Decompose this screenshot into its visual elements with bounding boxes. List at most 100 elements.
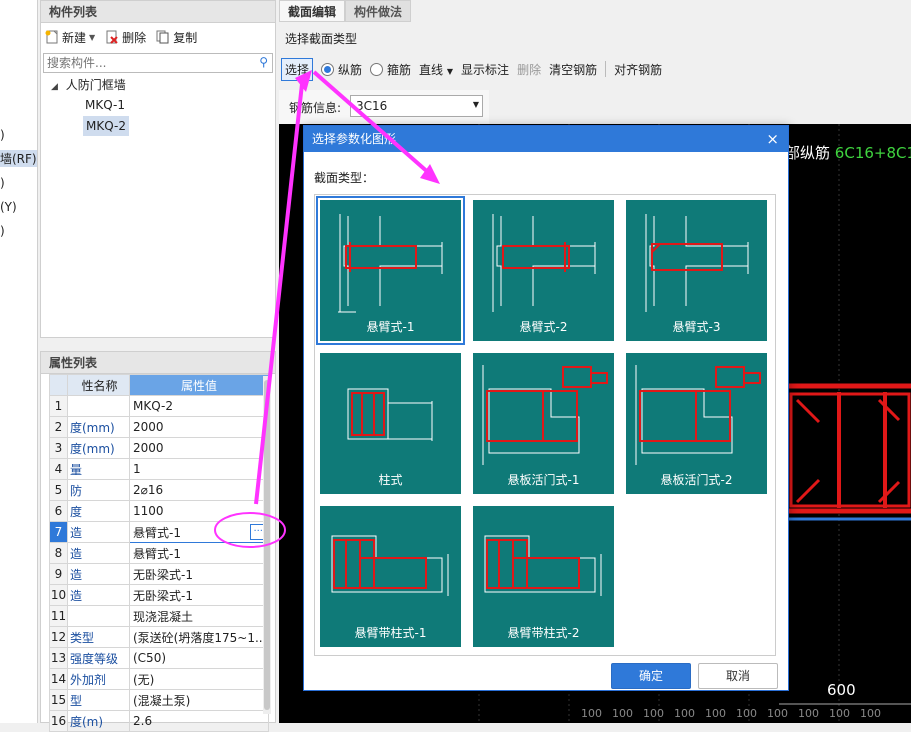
component-list-panel: 构件列表 新建 ▼ 删除 复制 ⚲ ◢ 人防门框墙 MKQ-1 MKQ-2: [40, 0, 276, 338]
clear-rebar-button[interactable]: 清空钢筋: [549, 61, 597, 78]
new-button[interactable]: 新建 ▼: [45, 29, 95, 46]
row-number-header: [49, 374, 68, 396]
cancel-button[interactable]: 取消: [698, 663, 778, 689]
shape-tile[interactable]: 悬板活门式-2: [626, 353, 767, 494]
ok-button[interactable]: 确定: [611, 663, 691, 689]
shape-tile[interactable]: 悬臂式-3: [626, 200, 767, 341]
stirrup-radio[interactable]: 箍筋: [370, 61, 411, 78]
tab-component-method[interactable]: 构件做法: [345, 0, 412, 22]
property-name: 度: [67, 500, 130, 522]
property-name: 造: [67, 542, 130, 564]
line-dropdown[interactable]: 直线 ▼: [419, 61, 453, 78]
property-value[interactable]: 2000: [129, 416, 269, 438]
shape-tile-label: 悬臂式-1: [366, 320, 415, 334]
property-row[interactable]: 13 强度等级 (C50): [49, 647, 269, 669]
property-value[interactable]: (无): [129, 668, 269, 690]
close-icon[interactable]: ×: [766, 126, 779, 152]
row-number: 12: [49, 626, 68, 648]
chevron-down-icon: ▼: [472, 100, 479, 109]
property-value[interactable]: 悬臂式-1: [129, 542, 269, 564]
shape-tile[interactable]: 悬臂带柱式-2: [473, 506, 614, 647]
select-button[interactable]: 选择: [281, 57, 314, 81]
tree-node-mkq1[interactable]: MKQ-1: [85, 95, 125, 115]
property-name: 造: [67, 521, 130, 543]
property-value[interactable]: (泵送砼(坍落度175~1...: [129, 626, 269, 648]
dimension-tick: 100: [829, 707, 850, 720]
delete-rebar-button[interactable]: 删除: [517, 61, 541, 78]
show-annotation-button[interactable]: 显示标注: [461, 61, 509, 78]
property-value[interactable]: 悬臂式-1 ···: [129, 521, 269, 543]
property-row[interactable]: 10 造无卧梁式-1: [49, 584, 269, 606]
row-number: 6: [49, 500, 68, 522]
left-tree-strip: ) 墙(RF) ) (Y) ): [0, 0, 38, 723]
property-name: 度(m): [67, 710, 130, 732]
row-number: 11: [49, 605, 68, 627]
chevron-down-icon: ▼: [89, 32, 96, 42]
property-list-panel: 属性列表 性名称 属性值 1 MKQ-2 2 度(mm) 2000 3 度(mm) 2000 4…: [40, 351, 276, 732]
left-tree-item[interactable]: 墙(RF): [0, 150, 37, 167]
dialog-titlebar: 选择参数化图形 ×: [304, 126, 788, 152]
property-value-header: 属性值: [129, 374, 269, 396]
property-row[interactable]: 15 型 (混凝土泵): [49, 689, 269, 711]
property-value[interactable]: 无卧梁式-1: [129, 584, 269, 606]
property-row[interactable]: 7 造悬臂式-1 ···: [49, 521, 269, 543]
property-value[interactable]: (C50): [129, 647, 269, 669]
section-type-label: 选择截面类型: [285, 32, 358, 46]
dialog-title: 选择参数化图形: [312, 132, 397, 146]
property-value[interactable]: MKQ-2: [129, 395, 269, 417]
property-row[interactable]: 2 度(mm) 2000: [49, 416, 269, 438]
row-number: 7: [49, 521, 68, 543]
property-value[interactable]: 1100: [129, 500, 269, 522]
align-rebar-button[interactable]: 对齐钢筋: [614, 61, 662, 78]
shape-tile[interactable]: 悬臂带柱式-1: [320, 506, 461, 647]
tree-node-root[interactable]: ◢ 人防门框墙: [51, 75, 126, 95]
property-row[interactable]: 11 现浇混凝土: [49, 605, 269, 627]
shape-tile-label: 悬板活门式-2: [660, 473, 733, 487]
tab-section-edit[interactable]: 截面编辑: [279, 0, 346, 22]
toolbar-divider: [605, 61, 607, 77]
shape-tile[interactable]: 柱式: [320, 353, 461, 494]
search-input[interactable]: [44, 54, 249, 72]
tree-node-mkq2[interactable]: MKQ-2: [83, 116, 129, 136]
longitudinal-radio[interactable]: 纵筋: [321, 61, 362, 78]
shape-tile[interactable]: 悬臂式-1: [316, 196, 465, 345]
shape-tile-label: 悬臂带柱式-1: [354, 626, 427, 640]
property-row[interactable]: 3 度(mm) 2000: [49, 437, 269, 459]
radio-checked-icon: [321, 62, 335, 76]
copy-button[interactable]: 复制: [156, 29, 197, 46]
new-icon: [45, 30, 58, 44]
left-tree-item[interactable]: ): [0, 128, 5, 142]
property-scrollbar[interactable]: [263, 376, 271, 714]
dimension-tick: 100: [612, 707, 633, 720]
property-row[interactable]: 9 造无卧梁式-1: [49, 563, 269, 585]
property-value[interactable]: 无卧梁式-1: [129, 563, 269, 585]
left-tree-item[interactable]: ): [0, 224, 5, 238]
left-tree-item[interactable]: ): [0, 176, 5, 190]
property-value[interactable]: 2.6: [129, 710, 269, 732]
property-name: 防: [67, 479, 130, 501]
property-value[interactable]: 现浇混凝土: [129, 605, 269, 627]
property-row[interactable]: 6 度 1100: [49, 500, 269, 522]
search-icon[interactable]: ⚲: [259, 55, 268, 69]
property-value[interactable]: 1: [129, 458, 269, 480]
property-row[interactable]: 5 防 2⌀16: [49, 479, 269, 501]
property-name: 造: [67, 563, 130, 585]
shape-tile[interactable]: 悬板活门式-1: [473, 353, 614, 494]
property-row[interactable]: 1 MKQ-2: [49, 395, 269, 417]
property-value[interactable]: 2⌀16: [129, 479, 269, 501]
property-row[interactable]: 8 造悬臂式-1: [49, 542, 269, 564]
delete-button[interactable]: 删除: [105, 29, 146, 46]
property-row[interactable]: 16 度(m) 2.6: [49, 710, 269, 732]
rebar-info-field[interactable]: 3C16 ▼: [350, 95, 483, 117]
shape-tile-label: 悬臂式-3: [672, 320, 721, 334]
row-number: 3: [49, 437, 68, 459]
property-value[interactable]: 2000: [129, 437, 269, 459]
dimension-tick: 100: [643, 707, 664, 720]
property-row[interactable]: 4量1: [49, 458, 269, 480]
property-row[interactable]: 14 外加剂 (无): [49, 668, 269, 690]
shape-tile[interactable]: 悬臂式-2: [473, 200, 614, 341]
property-row[interactable]: 12 类型 (泵送砼(坍落度175~1...: [49, 626, 269, 648]
left-tree-item[interactable]: (Y): [0, 200, 17, 214]
component-search: ⚲: [43, 53, 273, 73]
property-value[interactable]: (混凝土泵): [129, 689, 269, 711]
